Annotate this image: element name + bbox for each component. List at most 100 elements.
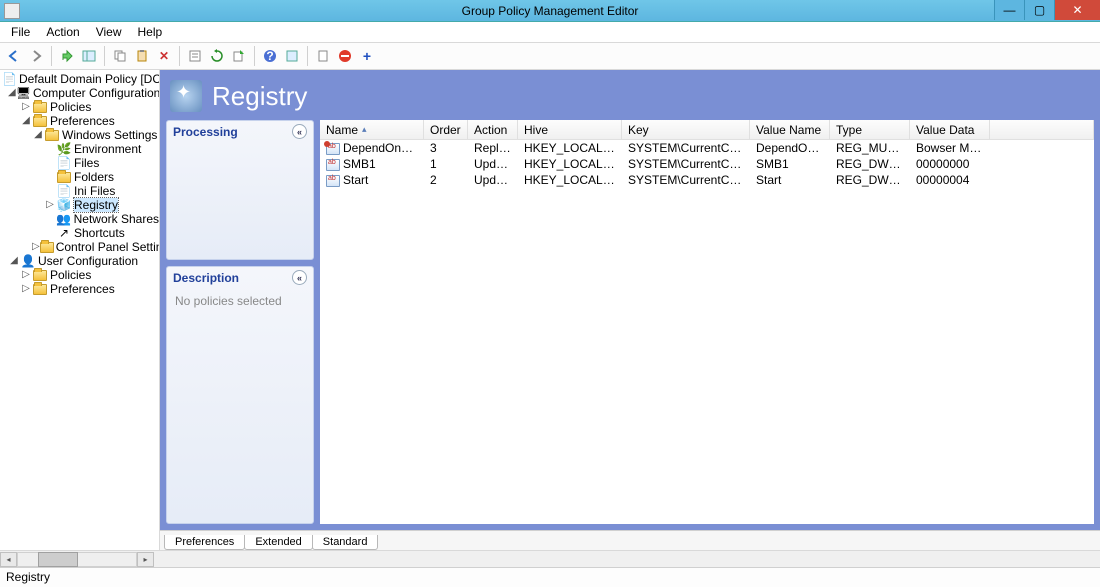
collapse-chevron-icon[interactable]: « — [292, 124, 307, 139]
menu-help[interactable]: Help — [131, 24, 170, 40]
expand-icon[interactable]: ▷ — [20, 282, 32, 296]
table-row[interactable]: SMB11UpdateHKEY_LOCAL_MAC...SYSTEM\Curre… — [320, 156, 1094, 172]
col-valuedata[interactable]: Value Data — [910, 120, 990, 139]
tree-files[interactable]: 📄Files — [0, 156, 159, 170]
delete-button[interactable]: ✕ — [154, 46, 174, 66]
folder-icon — [44, 128, 60, 142]
menu-action[interactable]: Action — [39, 24, 86, 40]
app-icon — [4, 3, 20, 19]
col-type[interactable]: Type — [830, 120, 910, 139]
col-key[interactable]: Key — [622, 120, 750, 139]
folder-icon — [40, 240, 54, 254]
stop-button[interactable] — [335, 46, 355, 66]
scroll-track[interactable] — [17, 552, 137, 567]
up-button[interactable] — [57, 46, 77, 66]
collapse-chevron-icon[interactable]: « — [292, 270, 307, 285]
col-hive[interactable]: Hive — [518, 120, 622, 139]
folder-icon — [56, 170, 72, 184]
tree-policies[interactable]: ▷Policies — [0, 100, 159, 114]
show-hide-tree-button[interactable] — [79, 46, 99, 66]
processing-header[interactable]: Processing « — [167, 121, 313, 142]
reg-value-icon — [326, 175, 340, 187]
col-order[interactable]: Order — [424, 120, 468, 139]
options-button[interactable] — [282, 46, 302, 66]
registry-icon: 🧊 — [56, 198, 72, 212]
col-action[interactable]: Action — [468, 120, 518, 139]
col-valuename[interactable]: Value Name — [750, 120, 830, 139]
table-row[interactable]: Start2UpdateHKEY_LOCAL_MAC...SYSTEM\Curr… — [320, 172, 1094, 188]
collapse-icon[interactable]: ◢ — [32, 128, 44, 142]
tree-registry[interactable]: ▷🧊Registry — [0, 198, 159, 212]
menu-file[interactable]: File — [4, 24, 37, 40]
refresh-button[interactable] — [207, 46, 227, 66]
user-icon: 👤 — [20, 254, 36, 268]
properties-button[interactable] — [185, 46, 205, 66]
ini-icon: 📄 — [56, 184, 72, 198]
description-body: No policies selected — [167, 288, 313, 320]
registry-header-icon — [170, 80, 202, 112]
tree-user-preferences[interactable]: ▷Preferences — [0, 282, 159, 296]
copy-button[interactable] — [110, 46, 130, 66]
collapse-icon[interactable]: ◢ — [8, 86, 16, 100]
expand-icon[interactable]: ▷ — [20, 100, 32, 114]
tree-computer-config[interactable]: ◢🖥Computer Configuration — [0, 86, 159, 100]
description-panel: Description « No policies selected — [166, 266, 314, 524]
tree-user-policies[interactable]: ▷Policies — [0, 268, 159, 282]
scroll-right-button[interactable]: ▸ — [137, 552, 154, 567]
help-button[interactable]: ? — [260, 46, 280, 66]
menu-view[interactable]: View — [89, 24, 129, 40]
export-button[interactable] — [229, 46, 249, 66]
network-icon: 👥 — [56, 212, 72, 226]
tree-user-config[interactable]: ◢👤User Configuration — [0, 254, 159, 268]
tree-scrollbar: ◂ ▸ — [0, 550, 1100, 567]
tab-preferences[interactable]: Preferences — [164, 535, 245, 550]
tree-network-shares[interactable]: 👥Network Shares — [0, 212, 159, 226]
col-filler — [990, 120, 1094, 139]
scroll-thumb[interactable] — [38, 552, 78, 567]
tree-windows-settings[interactable]: ◢Windows Settings — [0, 128, 159, 142]
files-icon: 📄 — [56, 156, 72, 170]
title-bar: Group Policy Management Editor — ▢ ✕ — [0, 0, 1100, 22]
tree-environment[interactable]: 🌿Environment — [0, 142, 159, 156]
console-tree[interactable]: 📄Default Domain Policy [DC02.C… ◢🖥Comput… — [0, 70, 160, 550]
view-tabs: Preferences Extended Standard — [160, 530, 1100, 550]
status-bar: Registry — [0, 567, 1100, 587]
folder-icon — [32, 268, 48, 282]
registry-grid[interactable]: Name Order Action Hive Key Value Name Ty… — [320, 120, 1094, 524]
forward-button[interactable] — [26, 46, 46, 66]
folder-icon — [32, 100, 48, 114]
maximize-button[interactable]: ▢ — [1024, 0, 1054, 20]
expand-icon[interactable]: ▷ — [32, 240, 40, 254]
tab-extended[interactable]: Extended — [244, 535, 312, 550]
add-button[interactable]: + — [357, 46, 377, 66]
tree-root[interactable]: 📄Default Domain Policy [DC02.C… — [0, 72, 159, 86]
collapse-icon[interactable]: ◢ — [20, 114, 32, 128]
reg-value-icon — [326, 143, 340, 155]
toolbar: ✕ ? + — [0, 42, 1100, 70]
tree-folders[interactable]: Folders — [0, 170, 159, 184]
col-name[interactable]: Name — [320, 120, 424, 139]
minimize-button[interactable]: — — [994, 0, 1024, 20]
expand-icon[interactable]: ▷ — [44, 198, 56, 212]
tree-ini-files[interactable]: 📄Ini Files — [0, 184, 159, 198]
expand-icon[interactable]: ▷ — [20, 268, 32, 282]
back-button[interactable] — [4, 46, 24, 66]
svg-text:?: ? — [266, 49, 273, 63]
shortcut-icon: ↗ — [56, 226, 72, 240]
collapse-icon[interactable]: ◢ — [8, 254, 20, 268]
new-item-button[interactable] — [313, 46, 333, 66]
close-button[interactable]: ✕ — [1054, 0, 1100, 20]
tree-shortcuts[interactable]: ↗Shortcuts — [0, 226, 159, 240]
tree-control-panel[interactable]: ▷Control Panel Setting — [0, 240, 159, 254]
table-row[interactable]: DependOnService3ReplaceHKEY_LOCAL_MAC...… — [320, 140, 1094, 156]
tree-preferences[interactable]: ◢Preferences — [0, 114, 159, 128]
paste-button[interactable] — [132, 46, 152, 66]
scroll-left-button[interactable]: ◂ — [0, 552, 17, 567]
computer-icon: 🖥 — [16, 86, 31, 100]
page-title: Registry — [212, 81, 307, 112]
description-header[interactable]: Description « — [167, 267, 313, 288]
environment-icon: 🌿 — [56, 142, 72, 156]
menu-bar: File Action View Help — [0, 22, 1100, 42]
reg-value-icon — [326, 159, 340, 171]
tab-standard[interactable]: Standard — [312, 535, 379, 550]
